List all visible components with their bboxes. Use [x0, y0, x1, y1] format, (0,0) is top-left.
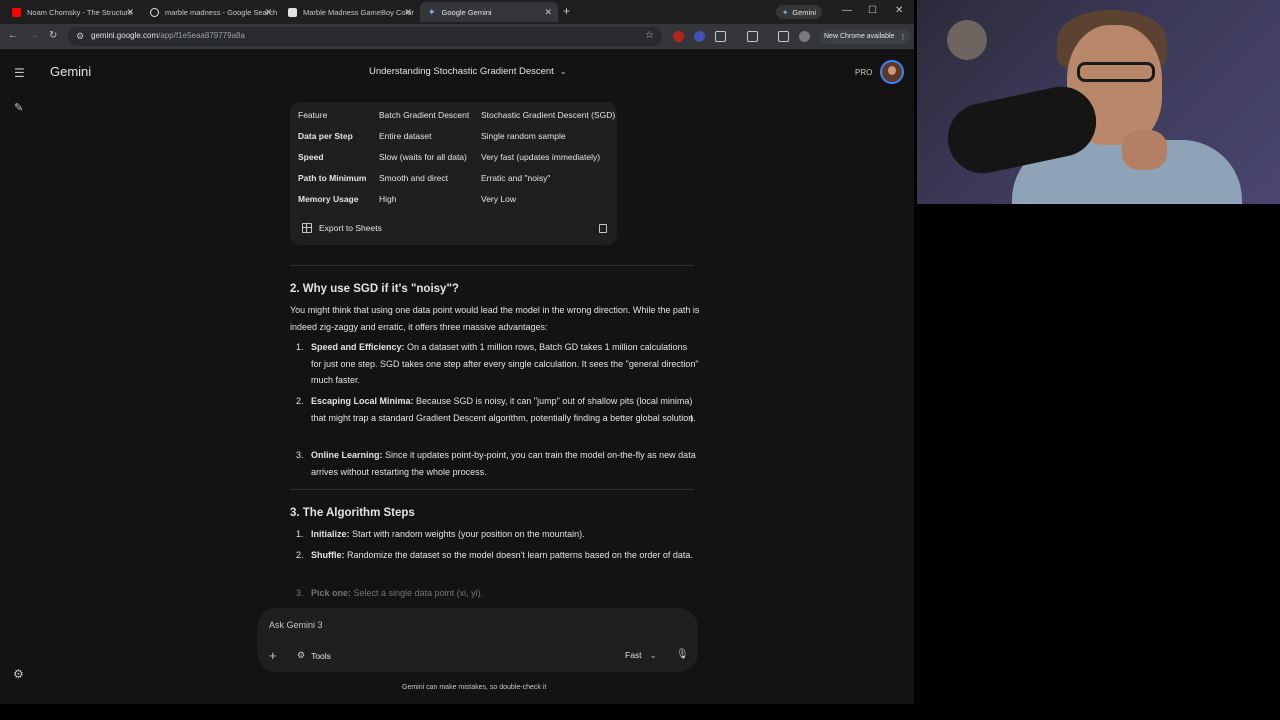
conversation-title-dropdown[interactable]: Understanding Stochastic Gradient Descen… — [369, 66, 567, 77]
cast-icon[interactable] — [747, 31, 758, 42]
paragraph: You might think that using one data poin… — [290, 305, 700, 332]
table-cell: Very Low — [481, 194, 516, 204]
prompt-box[interactable]: Ask Gemini 3 + ⚙ Tools Fast ⌄ 🎙 — [257, 608, 698, 672]
section-heading: 3. The Algorithm Steps — [290, 507, 415, 519]
gemini-chip-label: Gemini — [792, 7, 817, 17]
screen: Noam Chomsky - The Structure ✕ marble ma… — [0, 0, 1280, 720]
divider — [290, 489, 694, 490]
extension-icon[interactable] — [673, 31, 684, 42]
table-cell: Path to Minimum — [298, 173, 367, 183]
browser-window: Noam Chomsky - The Structure ✕ marble ma… — [0, 0, 914, 704]
profile-avatar[interactable] — [799, 31, 810, 42]
tools-label: Tools — [311, 650, 331, 661]
export-label: Export to Sheets — [319, 223, 382, 233]
tab-youtube[interactable]: Noam Chomsky - The Structure ✕ — [4, 2, 140, 22]
table-cell: Data per Step — [298, 131, 353, 141]
tab-google-gemini[interactable]: ✦ Google Gemini ✕ — [420, 2, 558, 22]
table-cell: High — [379, 194, 397, 204]
new-tab-button[interactable]: + — [563, 4, 570, 18]
tab-title: Noam Chomsky - The Structure — [27, 7, 133, 17]
close-tab-icon[interactable]: ✕ — [264, 7, 272, 18]
plan-badge: PRO — [855, 68, 873, 77]
close-tab-icon[interactable]: ✕ — [544, 7, 552, 18]
avatar[interactable] — [880, 60, 904, 84]
chevron-down-icon: ⌄ — [559, 67, 567, 76]
table-cell: Very fast (updates immediately) — [481, 152, 601, 162]
gemini-sparkle-icon: ✦ — [782, 7, 789, 17]
table-cell: Erratic and "noisy" — [481, 173, 551, 183]
tab-title: marble madness - Google Search — [165, 7, 278, 17]
microphone-icon[interactable]: 🎙 — [676, 649, 689, 660]
sheets-icon — [302, 223, 312, 233]
table-cell: Slow (waits for all data) — [379, 152, 467, 162]
extension-icon[interactable] — [694, 31, 705, 42]
export-to-sheets-button[interactable]: Export to Sheets — [302, 223, 382, 233]
tab-title: Google Gemini — [441, 7, 492, 17]
comparison-table: Feature Batch Gradient Descent Stochasti… — [290, 102, 617, 245]
webcam-feed — [917, 0, 1280, 204]
table-cell: Memory Usage — [298, 194, 359, 204]
section-heading: 2. Why use SGD if it's "noisy"? — [290, 283, 459, 295]
back-icon[interactable]: ← — [8, 30, 18, 41]
address-bar[interactable]: ⚙ gemini.google.com/app/f1e5eaa879779a8a… — [68, 27, 662, 46]
tools-button[interactable]: ⚙ Tools — [297, 650, 331, 661]
bookmark-star-icon[interactable]: ☆ — [645, 30, 654, 41]
lamp-light — [947, 20, 987, 60]
forward-icon[interactable]: → — [29, 30, 39, 41]
toolbar: ← → ↻ ⚙ gemini.google.com/app/f1e5eaa879… — [0, 24, 914, 49]
site-info-icon[interactable]: ⚙ — [76, 31, 84, 42]
close-window-icon[interactable]: ✕ — [895, 5, 903, 16]
url-text: gemini.google.com/app/f1e5eaa879779a8a — [91, 31, 245, 40]
tab-title: Marble Madness GameBoy Color — [303, 7, 414, 17]
close-tab-icon[interactable]: ✕ — [404, 7, 412, 18]
gemini-browser-button[interactable]: ✦ Gemini — [776, 5, 823, 19]
table-cell: Entire dataset — [379, 131, 432, 141]
chevron-down-icon: ⌄ — [649, 651, 657, 660]
extensions-puzzle-icon[interactable] — [715, 31, 726, 42]
model-mode-dropdown[interactable]: Fast ⌄ — [625, 650, 657, 660]
google-icon — [150, 7, 159, 17]
add-attachment-icon[interactable]: + — [269, 648, 277, 663]
media-icon[interactable] — [778, 31, 789, 42]
youtube-icon — [12, 7, 21, 17]
divider — [290, 265, 694, 266]
page-icon — [288, 7, 297, 17]
chrome-update-button[interactable]: New Chrome available ⋮ — [820, 29, 911, 44]
more-menu-icon[interactable]: ⋮ — [899, 33, 906, 41]
tools-icon: ⚙ — [297, 650, 306, 660]
mode-label: Fast — [625, 650, 642, 660]
table-cell: Smooth and direct — [379, 173, 448, 183]
update-label: New Chrome available — [824, 33, 895, 40]
tab-bar: Noam Chomsky - The Structure ✕ marble ma… — [0, 0, 914, 24]
text-cursor-icon: I — [690, 414, 693, 425]
tab-marble-madness[interactable]: Marble Madness GameBoy Color ✕ — [280, 2, 418, 22]
table-header: Batch Gradient Descent — [379, 110, 470, 120]
glasses — [1077, 62, 1155, 82]
person-hand — [1122, 130, 1167, 170]
new-chat-icon[interactable]: ✎ — [14, 101, 23, 114]
settings-gear-icon[interactable]: ⚙ — [13, 667, 24, 681]
maximize-icon[interactable]: ☐ — [868, 5, 877, 16]
minimize-icon[interactable]: — — [842, 5, 852, 16]
prompt-input[interactable]: Ask Gemini 3 — [269, 620, 323, 630]
app-title: Gemini — [50, 64, 92, 79]
menu-icon[interactable]: ☰ — [14, 66, 25, 80]
gemini-sparkle-icon: ✦ — [428, 6, 436, 17]
tab-google-search[interactable]: marble madness - Google Search ✕ — [142, 2, 278, 22]
table-cell: Single random sample — [481, 131, 566, 141]
conversation-title: Understanding Stochastic Gradient Descen… — [369, 66, 554, 77]
table-cell: Speed — [298, 152, 324, 162]
disclaimer: Gemini can make mistakes, so double-chec… — [402, 684, 547, 691]
close-tab-icon[interactable]: ✕ — [126, 7, 134, 18]
copy-icon[interactable] — [599, 224, 607, 233]
table-header: Feature — [298, 110, 328, 120]
table-header: Stochastic Gradient Descent (SGD) — [481, 110, 616, 120]
reload-icon[interactable]: ↻ — [49, 30, 57, 41]
